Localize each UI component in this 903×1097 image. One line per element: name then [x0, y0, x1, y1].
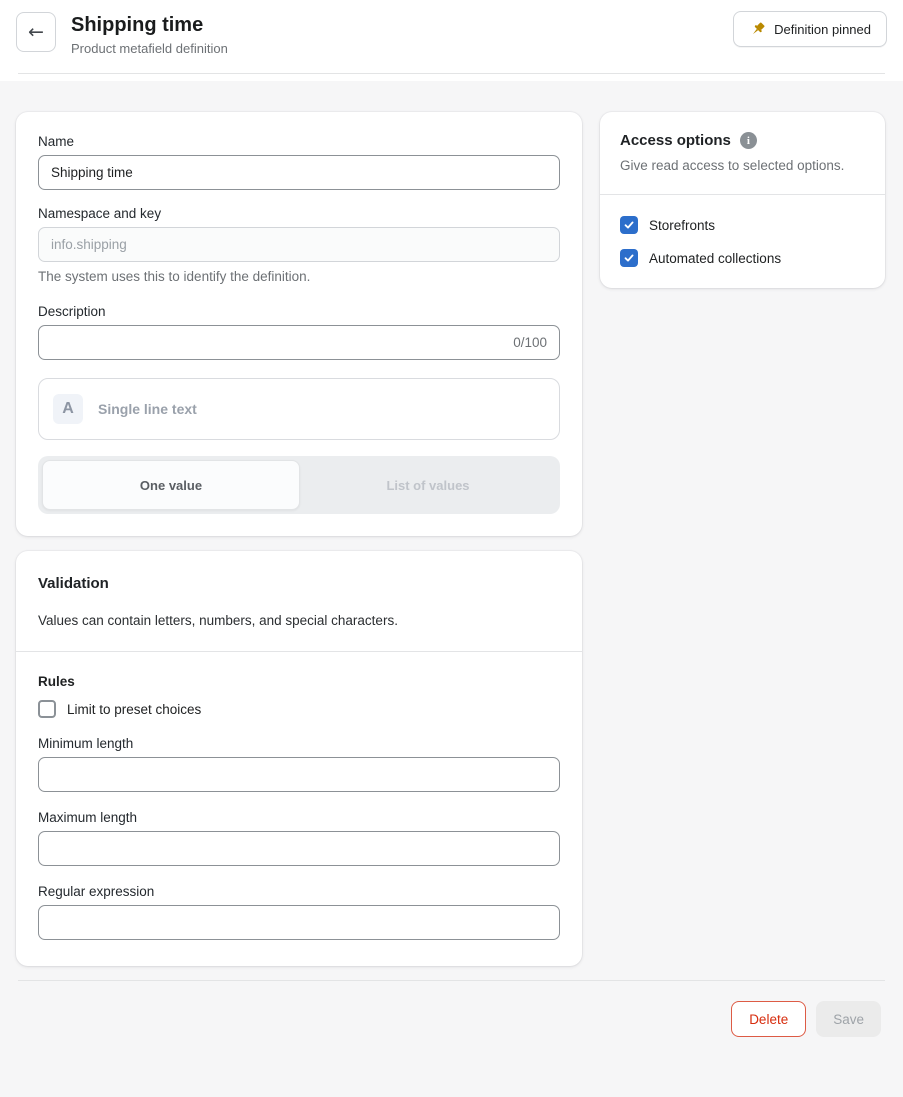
page-content: Name Namespace and key The system uses t… [0, 81, 903, 966]
storefronts-checkbox[interactable]: Storefronts [620, 216, 865, 234]
regular-expression-input[interactable] [38, 905, 560, 940]
description-field: 0/100 [38, 325, 560, 360]
automated-collections-label: Automated collections [649, 251, 781, 266]
automated-collections-checkbox[interactable]: Automated collections [620, 249, 865, 267]
access-options-title: Access options [620, 132, 731, 149]
namespace-help-text: The system uses this to identify the def… [38, 269, 560, 284]
minimum-length-label: Minimum length [38, 736, 560, 751]
maximum-length-input[interactable] [38, 831, 560, 866]
value-mode-segmented-control: One value List of values [38, 456, 560, 514]
limit-preset-choices-checkbox[interactable]: Limit to preset choices [38, 700, 560, 718]
page-footer: Delete Save [0, 966, 903, 1050]
name-label: Name [38, 134, 560, 149]
validation-card: Validation Values can contain letters, n… [16, 551, 582, 966]
header-divider [18, 73, 885, 74]
segment-one-value[interactable]: One value [42, 460, 300, 510]
checked-checkbox-icon [620, 249, 638, 267]
access-options-card: Access options i Give read access to sel… [600, 112, 885, 288]
letter-a-icon: A [53, 394, 83, 424]
rules-label: Rules [38, 674, 560, 689]
side-column: Access options i Give read access to sel… [600, 112, 885, 288]
segment-list-of-values[interactable]: List of values [300, 460, 556, 510]
description-input[interactable] [51, 335, 505, 350]
validation-title: Validation [38, 575, 560, 592]
name-input[interactable] [38, 155, 560, 190]
definition-pinned-label: Definition pinned [774, 22, 871, 37]
storefronts-label: Storefronts [649, 218, 715, 233]
access-options-subtitle: Give read access to selected options. [620, 158, 865, 173]
description-label: Description [38, 304, 560, 319]
arrow-left-icon: ← [28, 21, 44, 43]
page-subtitle: Product metafield definition [71, 41, 228, 56]
page-title: Shipping time [71, 13, 228, 37]
content-type-label: Single line text [98, 401, 197, 417]
delete-button[interactable]: Delete [731, 1001, 806, 1037]
footer-divider [18, 980, 885, 981]
checked-checkbox-icon [620, 216, 638, 234]
info-icon[interactable]: i [740, 132, 757, 149]
namespace-label: Namespace and key [38, 206, 560, 221]
maximum-length-label: Maximum length [38, 810, 560, 825]
back-button[interactable]: ← [16, 12, 56, 52]
character-counter: 0/100 [505, 335, 547, 350]
definition-card: Name Namespace and key The system uses t… [16, 112, 582, 536]
minimum-length-input[interactable] [38, 757, 560, 792]
unchecked-checkbox-icon [38, 700, 56, 718]
namespace-input [38, 227, 560, 262]
definition-pinned-button[interactable]: Definition pinned [733, 11, 887, 47]
content-type-box: A Single line text [38, 378, 560, 440]
save-button[interactable]: Save [816, 1001, 881, 1037]
limit-preset-choices-label: Limit to preset choices [67, 702, 201, 717]
main-column: Name Namespace and key The system uses t… [16, 112, 582, 966]
validation-description: Values can contain letters, numbers, and… [38, 613, 560, 628]
page-header: ← Shipping time Product metafield defini… [0, 0, 903, 81]
pin-icon [749, 21, 766, 38]
regular-expression-label: Regular expression [38, 884, 560, 899]
